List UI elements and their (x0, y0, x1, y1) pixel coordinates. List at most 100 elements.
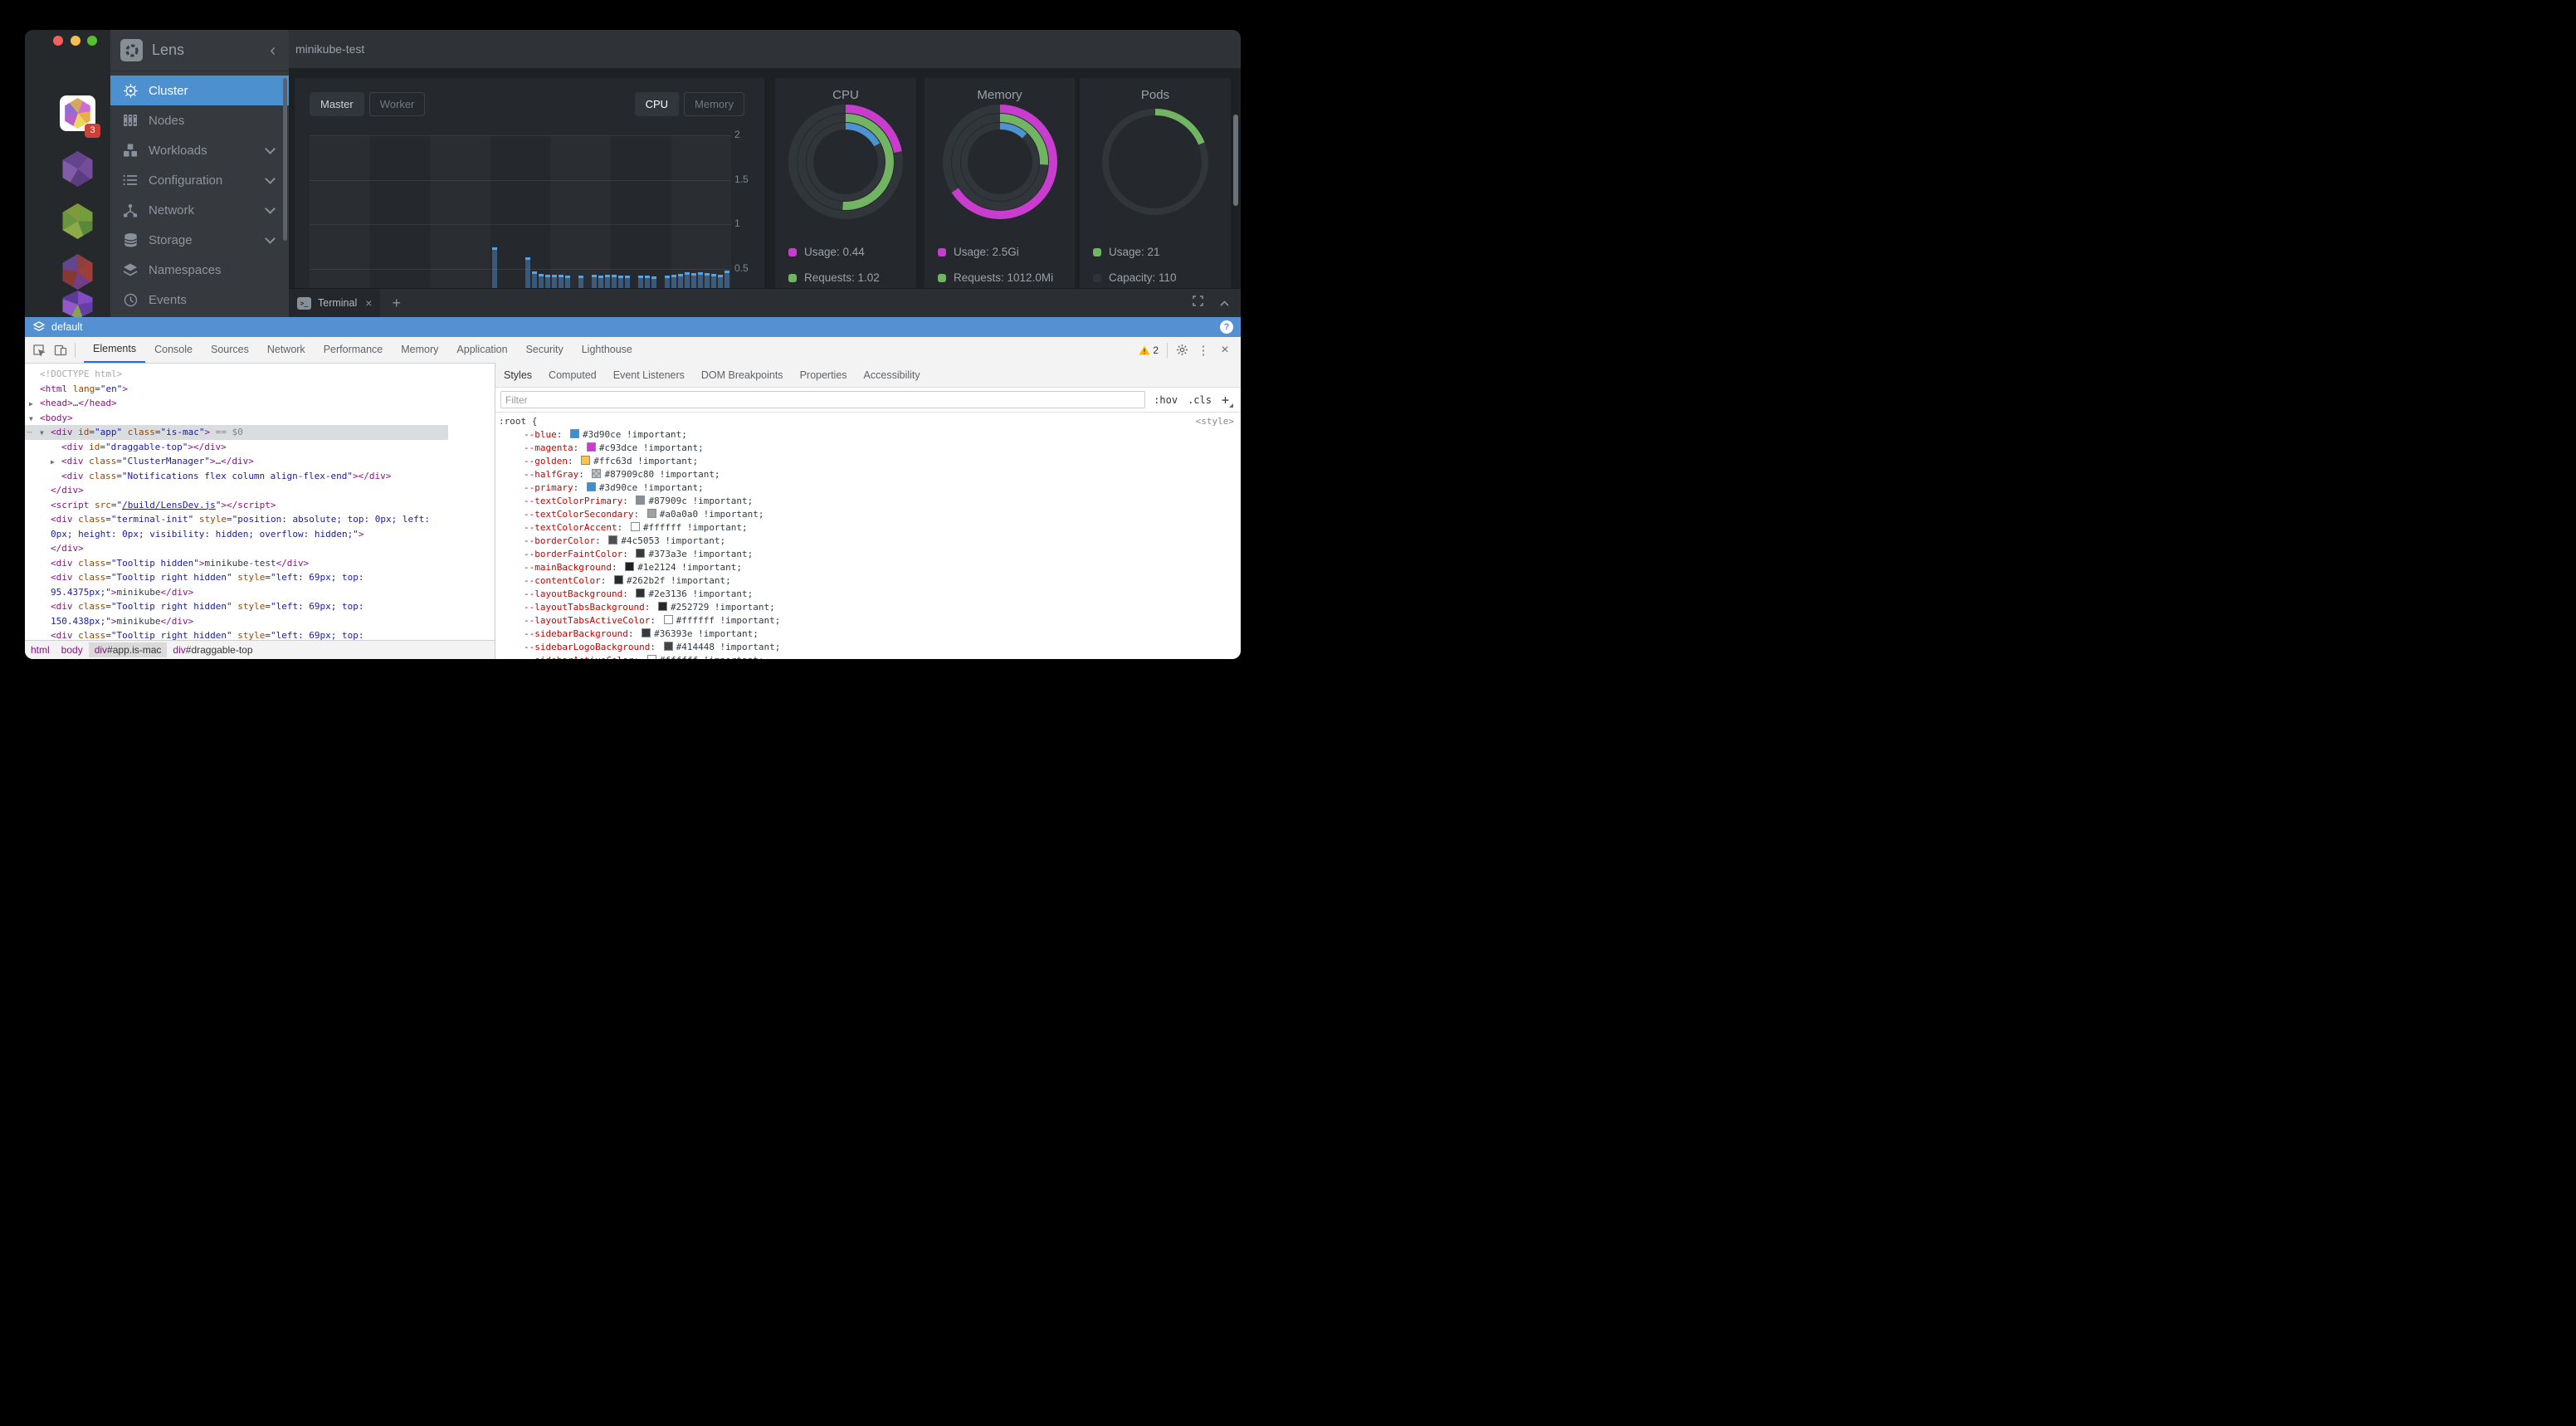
devtools-tab-elements[interactable]: Elements (84, 337, 145, 363)
kebab-menu-icon[interactable]: ⋮ (1193, 339, 1214, 361)
css-declaration[interactable]: --sidebarActiveColor: #ffffff !important… (499, 654, 1234, 659)
inspect-element-icon[interactable] (28, 339, 50, 361)
node-tab-worker-button[interactable]: Worker (369, 92, 426, 116)
expand-arrow-icon[interactable]: ▼ (40, 426, 44, 441)
devtools-tab-application[interactable]: Application (447, 337, 516, 363)
css-selector[interactable]: :root { (499, 415, 537, 428)
color-swatch[interactable] (658, 602, 667, 611)
color-swatch[interactable] (636, 549, 645, 558)
color-swatch[interactable] (631, 522, 640, 531)
dom-tree-line[interactable]: </div> (25, 483, 448, 498)
sidebar-scrollbar[interactable] (283, 78, 287, 241)
sidebar-item-events[interactable]: Events (110, 285, 289, 315)
expand-arrow-icon[interactable]: ▶ (51, 455, 55, 470)
node-tab-master-button[interactable]: Master (310, 92, 364, 116)
dom-tree-line[interactable]: <div class="Tooltip right hidden" style=… (25, 570, 448, 599)
css-declaration[interactable]: --blue: #3d90ce !important; (499, 428, 1234, 442)
dom-tree-line[interactable]: <div id="draggable-top"></div> (25, 440, 448, 455)
css-declaration[interactable]: --halfGray: #87909c80 !important; (499, 468, 1234, 481)
devtools-tab-sources[interactable]: Sources (202, 337, 258, 363)
dom-tree-line[interactable]: <div class="Notifications flex column al… (25, 469, 448, 484)
css-declaration[interactable]: --borderFaintColor: #373a3e !important; (499, 548, 1234, 561)
expand-arrow-icon[interactable]: ▶ (29, 397, 33, 412)
sidebar-item-storage[interactable]: Storage (110, 225, 289, 255)
css-declaration[interactable]: --contentColor: #262b2f !important; (499, 574, 1234, 588)
devtools-tab-security[interactable]: Security (517, 337, 573, 363)
metric-tab-memory-button[interactable]: Memory (684, 92, 744, 116)
content-scrollbar[interactable] (1233, 115, 1238, 206)
styles-tab-properties[interactable]: Properties (792, 364, 856, 387)
sidebar-item-network[interactable]: Network (110, 195, 289, 225)
color-swatch[interactable] (587, 442, 596, 452)
color-swatch[interactable] (587, 482, 596, 491)
dom-tree-line[interactable]: ▼<body> (25, 411, 448, 426)
terminal-close-icon[interactable]: × (365, 296, 372, 310)
breadcrumb-item[interactable]: div#draggable-top (167, 642, 258, 657)
warning-badge[interactable]: 2 (1139, 344, 1159, 356)
close-window-button[interactable] (53, 36, 63, 46)
color-swatch[interactable] (664, 615, 673, 624)
cluster-icon[interactable] (60, 151, 95, 187)
css-declaration[interactable]: --sidebarLogoBackground: #414448 !import… (499, 641, 1234, 654)
breadcrumb-item[interactable]: body (56, 642, 89, 657)
css-declaration[interactable]: --mainBackground: #1e2124 !important; (499, 561, 1234, 574)
color-swatch[interactable] (636, 496, 645, 505)
sidebar-item-namespaces[interactable]: Namespaces (110, 255, 289, 285)
cluster-icon-active[interactable]: 3 (60, 95, 95, 131)
sidebar-collapse-button[interactable]: ‹ (266, 42, 279, 59)
color-swatch[interactable] (581, 456, 590, 465)
sidebar-item-cluster[interactable]: Cluster (110, 76, 289, 105)
sidebar-item-configuration[interactable]: Configuration (110, 165, 289, 195)
help-button[interactable]: ? (1220, 320, 1233, 334)
color-swatch[interactable] (625, 562, 634, 571)
terminal-tab[interactable]: >_ Terminal × (289, 289, 380, 317)
css-declaration[interactable]: --borderColor: #4c5053 !important; (499, 535, 1234, 548)
device-toolbar-icon[interactable] (50, 339, 71, 361)
color-swatch[interactable] (608, 535, 617, 545)
styles-filter-input[interactable] (500, 391, 1145, 408)
dom-tree-line[interactable]: <div class="Tooltip hidden">minikube-tes… (25, 556, 448, 571)
styles-tab-computed[interactable]: Computed (540, 364, 605, 387)
dom-tree-line[interactable]: ⋯▼<div id="app" class="is-mac"> == $0 (25, 425, 448, 440)
color-swatch[interactable] (647, 655, 656, 659)
dom-tree-line[interactable]: </div> (25, 541, 448, 556)
settings-gear-icon[interactable] (1171, 339, 1193, 361)
dom-tree-line[interactable]: ▶<head>…</head> (25, 396, 448, 411)
css-declaration[interactable]: --layoutBackground: #2e3136 !important; (499, 588, 1234, 601)
breadcrumb-item[interactable]: div#app.is-mac (89, 642, 168, 657)
css-declaration[interactable]: --textColorPrimary: #87909c !important; (499, 495, 1234, 508)
dom-tree-line[interactable]: <script src="/build/LensDev.js"></script… (25, 498, 448, 513)
cluster-icon[interactable] (60, 291, 95, 315)
styles-tab-event-listeners[interactable]: Event Listeners (605, 364, 693, 387)
devtools-tab-lighthouse[interactable]: Lighthouse (573, 337, 642, 363)
color-swatch[interactable] (642, 628, 651, 637)
dom-tree-line[interactable]: <!DOCTYPE html> (25, 367, 448, 382)
expand-arrow-icon[interactable]: ▼ (29, 412, 33, 427)
dom-tree-line[interactable]: ▶<div class="ClusterManager">…</div> (25, 454, 448, 469)
new-style-rule-button[interactable]: + (1222, 393, 1229, 408)
dom-tree-line[interactable]: <div class="Tooltip right hidden" style=… (25, 628, 448, 641)
dom-tree-line[interactable]: <div class="terminal-init" style="positi… (25, 512, 448, 541)
namespace-label[interactable]: default (51, 321, 83, 333)
css-declaration[interactable]: --sidebarBackground: #36393e !important; (499, 628, 1234, 641)
css-declaration[interactable]: --textColorAccent: #ffffff !important; (499, 521, 1234, 535)
element-classes-toggle[interactable]: .cls (1188, 394, 1212, 406)
metric-tab-cpu-button[interactable]: CPU (635, 92, 679, 116)
color-swatch[interactable] (664, 642, 673, 651)
color-swatch[interactable] (647, 509, 656, 518)
new-terminal-button[interactable]: + (392, 295, 401, 312)
fullscreen-icon[interactable] (1193, 295, 1203, 310)
css-declaration[interactable]: --layoutTabsBackground: #252729 !importa… (499, 601, 1234, 614)
cluster-icon[interactable] (60, 203, 95, 239)
close-devtools-icon[interactable]: × (1214, 339, 1236, 361)
css-declaration[interactable]: --textColorSecondary: #a0a0a0 !important… (499, 508, 1234, 521)
breadcrumb-item[interactable]: html (25, 642, 56, 657)
pseudo-state-toggle[interactable]: :hov (1154, 394, 1178, 406)
style-source-link[interactable]: <style> (1196, 415, 1234, 428)
css-declaration[interactable]: --primary: #3d90ce !important; (499, 481, 1234, 495)
zoom-window-button[interactable] (87, 36, 97, 46)
color-swatch[interactable] (614, 575, 623, 584)
devtools-tab-network[interactable]: Network (258, 337, 315, 363)
css-declaration[interactable]: --magenta: #c93dce !important; (499, 442, 1234, 455)
color-swatch[interactable] (592, 469, 601, 478)
